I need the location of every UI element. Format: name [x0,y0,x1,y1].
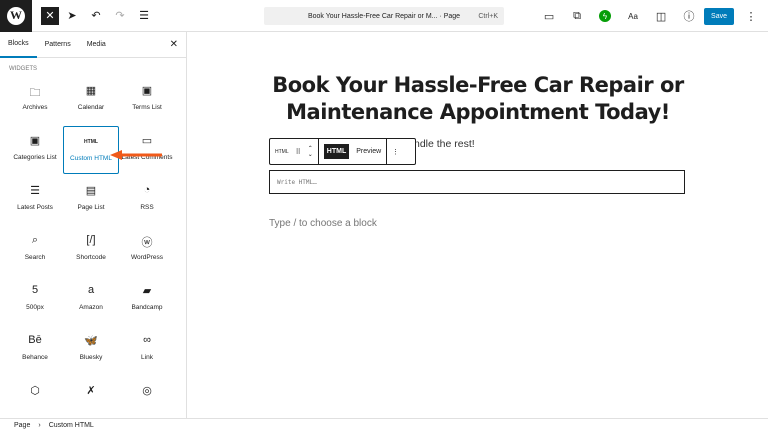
editor-canvas[interactable]: Book Your Hassle-Free Car Repair or Main… [188,32,768,418]
undo-icon[interactable]: ↶ [85,5,107,27]
document-overview-icon[interactable]: ☰ [133,5,155,27]
block-label: RSS [140,204,154,211]
block-icon: ▤ [85,185,97,197]
block-item-bandcamp[interactable]: ▰ Bandcamp [119,276,175,324]
category-heading: Widgets [9,66,37,72]
block-icon: ▣ [29,135,41,147]
settings-sidebar-icon[interactable]: ◫ [650,5,672,27]
styles-button[interactable]: Aa [622,5,644,27]
block-item-bluesky[interactable]: 🦋 Bluesky [63,326,119,374]
block-label: Terms List [132,104,162,111]
block-icon: 🗀 [29,87,41,99]
drag-handle-icon[interactable]: ⠿ [296,148,301,156]
block-item-archives[interactable]: 🗀 Archives [7,76,63,124]
block-label: Bluesky [79,354,103,361]
breadcrumb: Page › Custom HTML [0,418,768,432]
block-label: Page List [77,204,105,211]
block-item-page-list[interactable]: ▤ Page List [63,176,119,224]
block-item-link[interactable]: ∞ Link [119,326,175,374]
block-label: WordPress [130,254,164,261]
block-icon: 5 [31,284,39,296]
tab-blocks[interactable]: Blocks [0,32,37,58]
block-icon: ⬡ [30,385,40,397]
breadcrumb-custom-html[interactable]: Custom HTML [49,422,94,429]
block-item-500px[interactable]: 5 500px [7,276,63,324]
block-icon: a [87,284,95,296]
block-type-button[interactable]: HTML [275,149,289,155]
block-item-amazon[interactable]: a Amazon [63,276,119,324]
block-item-item-20[interactable]: ◎ [119,376,175,418]
block-icon: ⓦ [141,237,153,249]
block-icon: ⌕ [31,234,39,246]
breadcrumb-page[interactable]: Page [14,422,30,429]
block-item-latest-posts[interactable]: ☰ Latest Posts [7,176,63,224]
block-grid: 🗀 Archives ▦ Calendar ▣ Terms List ▣ Categories… [0,76,186,418]
page-heading[interactable]: Book Your Hassle-Free Car Repair or Main… [268,72,688,127]
paragraph-block[interactable]: ndle the rest! [414,138,475,150]
block-icon: ◔ [143,184,151,196]
tab-media[interactable]: Media [79,32,114,58]
block-icon: ◎ [142,385,152,397]
jetpack-icon[interactable]: ϟ [594,5,616,27]
block-inserter-panel: Blocks Patterns Media ✕ Widgets 🗀 Archive… [0,32,187,418]
redo-icon[interactable]: ↷ [109,5,131,27]
block-label: Custom HTML [70,155,112,162]
block-options-icon[interactable]: ⋮ [392,148,399,156]
block-label: Calendar [77,104,105,111]
block-item-wordpress[interactable]: ⓦ WordPress [119,226,175,274]
block-item-terms-list[interactable]: ▣ Terms List [119,76,175,124]
top-toolbar: W ✕ ➤ ↶ ↷ ☰ Book Your Hassle-Free Car Re… [0,0,768,32]
block-label: Search [24,254,46,261]
move-up-down-icon[interactable]: ⌃ ⌄ [308,146,313,158]
help-icon[interactable]: ⓘ [678,5,700,27]
html-tab-button[interactable]: HTML [323,144,350,159]
wordpress-logo-button[interactable]: W [0,0,32,32]
tab-patterns[interactable]: Patterns [37,32,79,58]
block-label: Shortcode [76,254,106,261]
save-button[interactable]: Save [704,7,734,25]
block-item-rss[interactable]: ◔ RSS [119,176,175,224]
options-menu-icon[interactable]: ⋮ [740,5,762,27]
select-tool-icon[interactable]: ➤ [61,5,83,27]
command-palette-button[interactable]: Book Your Hassle-Free Car Repair or M...… [264,7,504,25]
block-item-item-19[interactable]: ✗ [63,376,119,418]
block-icon: [/] [86,234,96,246]
block-item-shortcode[interactable]: [/] Shortcode [63,226,119,274]
block-item-behance[interactable]: Bē Behance [7,326,63,374]
block-toolbar: HTML ⠿ ⌃ ⌄ HTML Preview ⋮ [269,138,416,165]
block-icon: ☰ [30,185,40,197]
block-icon: ▣ [141,85,153,97]
block-icon: ▰ [142,285,152,297]
block-item-categories-list[interactable]: ▣ Categories List [7,126,63,174]
html-input[interactable]: Write HTML… [269,170,685,194]
block-icon: ▭ [141,135,153,147]
block-label: 500px [26,304,44,311]
block-icon: ▦ [85,85,97,97]
close-inserter-button[interactable]: ✕ [41,6,59,25]
preview-tab-button[interactable]: Preview [356,148,381,155]
block-icon: 🦋 [84,335,98,347]
block-label: Categories List [13,154,57,161]
block-label: Link [141,354,153,361]
block-label: Bandcamp [131,304,163,311]
preview-device-icon[interactable]: ▭ [538,5,560,27]
view-page-icon[interactable]: ⧉ [566,5,588,27]
annotation-arrow [110,150,162,160]
block-label: Latest Posts [17,204,53,211]
block-label: Amazon [79,304,103,311]
block-icon: ∞ [143,334,151,346]
block-icon: Bē [28,334,42,346]
block-appender[interactable]: Type / to choose a block [269,218,377,229]
block-label: Archives [22,104,48,111]
block-item-calendar[interactable]: ▦ Calendar [63,76,119,124]
block-icon: HTML [84,139,98,145]
block-label: Behance [22,354,48,361]
block-icon: ✗ [86,385,96,397]
block-item-search[interactable]: ⌕ Search [7,226,63,274]
block-item-item-18[interactable]: ⬡ [7,376,63,418]
close-panel-icon[interactable]: ✕ [170,39,178,50]
